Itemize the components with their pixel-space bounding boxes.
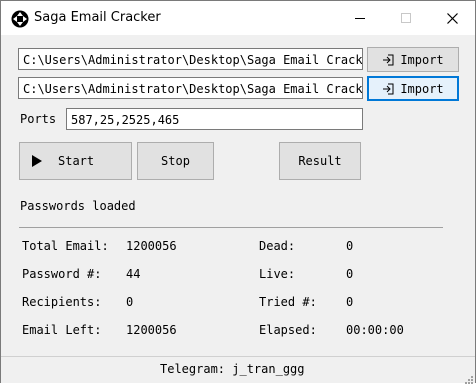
elapsed-value: 00:00:00 — [346, 323, 404, 337]
window-title: Saga Email Cracker — [34, 10, 161, 25]
result-button[interactable]: Result — [279, 142, 361, 180]
app-window: Saga Email Cracker C:\Users\Administrato… — [0, 0, 476, 384]
maximize-icon — [401, 13, 411, 23]
start-button[interactable]: Start — [19, 142, 132, 180]
minimize-icon — [355, 18, 365, 19]
email-left-value: 1200056 — [126, 323, 177, 337]
elapsed-label: Elapsed: — [259, 323, 317, 337]
divider — [19, 227, 443, 228]
stop-label: Stop — [161, 154, 190, 168]
recipients-label: Recipients: — [22, 295, 102, 309]
recipients-value: 0 — [126, 295, 134, 309]
maximize-button[interactable] — [383, 1, 429, 35]
minimize-button[interactable] — [337, 1, 383, 35]
total-email-label: Total Email: — [22, 239, 109, 253]
import-passwords-label: Import — [400, 81, 444, 96]
import-emails-button[interactable]: Import — [367, 47, 459, 72]
password-count-value: 44 — [126, 267, 141, 281]
start-label: Start — [58, 154, 95, 168]
live-label: Live: — [259, 267, 296, 281]
stop-button[interactable]: Stop — [137, 142, 214, 180]
telegram-contact: Telegram: j_tran_ggg — [160, 362, 305, 376]
email-left-label: Email Left: — [22, 323, 102, 337]
close-icon — [446, 12, 458, 24]
dead-value: 0 — [346, 239, 354, 253]
ports-field[interactable]: 587,25,2525,465 — [66, 108, 363, 130]
play-icon — [32, 155, 42, 167]
email-list-path-field[interactable]: C:\Users\Administrator\Desktop\Saga Emai… — [18, 48, 363, 70]
close-button[interactable] — [429, 1, 475, 35]
result-label: Result — [298, 154, 342, 168]
import-icon — [382, 54, 394, 66]
dead-label: Dead: — [259, 239, 296, 253]
resize-grip-icon[interactable] — [463, 371, 473, 384]
title-bar[interactable]: Saga Email Cracker — [1, 1, 475, 35]
import-emails-label: Import — [400, 52, 444, 67]
import-passwords-button[interactable]: Import — [367, 76, 459, 101]
password-list-path-field[interactable]: C:\Users\Administrator\Desktop\Saga Emai… — [18, 77, 363, 99]
tried-label: Tried #: — [259, 295, 317, 309]
live-value: 0 — [346, 267, 354, 281]
password-count-label: Password #: — [22, 267, 102, 281]
tried-value: 0 — [346, 295, 354, 309]
import-icon — [382, 83, 394, 95]
total-email-value: 1200056 — [126, 239, 177, 253]
ports-label: Ports — [20, 112, 57, 126]
move-arrows-icon — [11, 10, 29, 28]
status-message: Passwords loaded — [20, 199, 136, 213]
status-bar: Telegram: j_tran_ggg — [1, 356, 475, 384]
